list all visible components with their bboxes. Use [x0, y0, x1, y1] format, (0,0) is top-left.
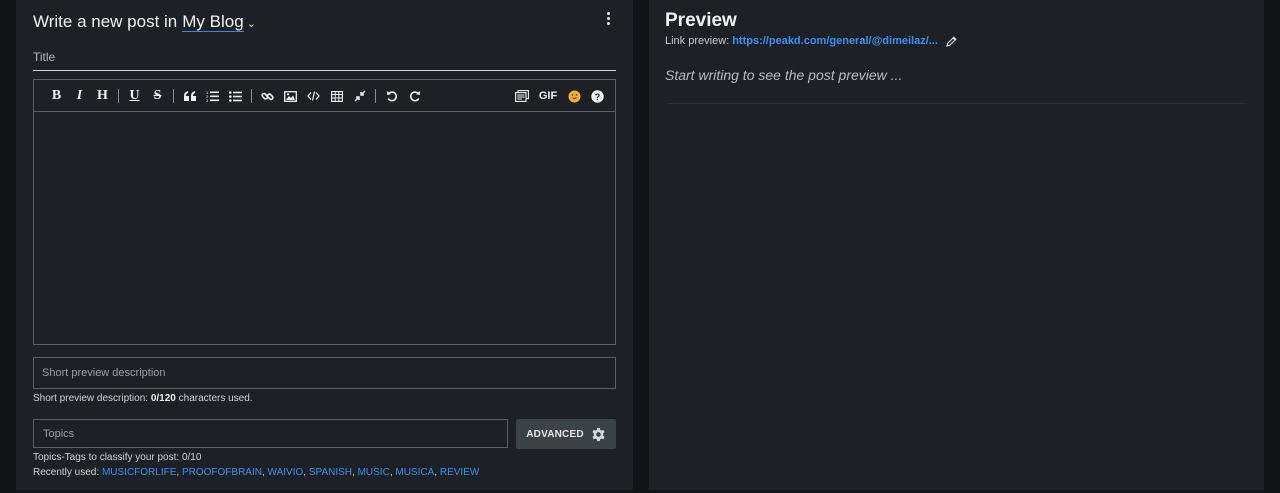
- description-help-suffix: characters used.: [178, 393, 253, 404]
- gear-icon: [591, 427, 606, 442]
- topics-input[interactable]: [33, 419, 508, 448]
- chevron-down-icon[interactable]: ⌄: [247, 17, 256, 30]
- link-preview-label: Link preview:: [665, 35, 730, 47]
- recent-topic-link[interactable]: SPANISH: [309, 467, 352, 478]
- editor-header: Write a new post in My Blog ⌄: [33, 11, 256, 33]
- redo-icon[interactable]: [403, 85, 426, 107]
- emoji-icon[interactable]: [563, 85, 586, 107]
- link-preview: Link preview: https://peakd.com/general/…: [665, 35, 957, 47]
- recently-used-label: Recently used:: [33, 467, 100, 478]
- ordered-list-icon[interactable]: 123: [201, 85, 224, 107]
- preview-panel: Preview Link preview: https://peakd.com/…: [649, 0, 1264, 490]
- bold-button[interactable]: B: [45, 85, 68, 107]
- collapse-icon[interactable]: [348, 85, 371, 107]
- svg-text:?: ?: [595, 92, 601, 102]
- toolbar-separator: [173, 89, 174, 103]
- toolbar-separator: [251, 89, 252, 103]
- advanced-button[interactable]: ADVANCED: [516, 419, 616, 449]
- link-preview-url[interactable]: https://peakd.com/general/@dimeilaz/...: [732, 35, 938, 47]
- title-input[interactable]: [33, 44, 616, 71]
- editor-toolbar: B I H U S 123 GIF ?: [33, 79, 616, 112]
- svg-text:3: 3: [206, 98, 209, 102]
- blog-selector[interactable]: My Blog: [182, 12, 244, 32]
- description-count: 0/120: [150, 393, 176, 404]
- recent-topic-link[interactable]: REVIEW: [440, 467, 479, 478]
- underline-button[interactable]: U: [123, 85, 146, 107]
- code-icon[interactable]: [302, 85, 325, 107]
- recent-topic-link[interactable]: MUSIC: [358, 467, 390, 478]
- toolbar-separator: [375, 89, 376, 103]
- description-help: Short preview description: 0/120 charact…: [33, 393, 253, 404]
- editor-panel: Write a new post in My Blog ⌄ B I H U S …: [16, 0, 633, 490]
- toolbar-separator: [118, 89, 119, 103]
- preview-placeholder: Start writing to see the post preview ..…: [665, 67, 903, 83]
- table-icon[interactable]: [325, 85, 348, 107]
- description-input[interactable]: [33, 357, 616, 389]
- preview-title: Preview: [665, 10, 737, 31]
- pencil-icon[interactable]: [946, 35, 957, 47]
- image-icon[interactable]: [279, 85, 302, 107]
- header-prefix: Write a new post in: [33, 12, 178, 31]
- description-help-prefix: Short preview description:: [33, 393, 149, 404]
- gif-button[interactable]: GIF: [533, 85, 563, 107]
- help-icon[interactable]: ?: [586, 85, 609, 107]
- recently-used-topics: Recently used: MUSICFORLIFE, PROOFOFBRAI…: [33, 467, 480, 478]
- bullet-list-icon[interactable]: [224, 85, 247, 107]
- recent-topic-link[interactable]: MUSICA: [395, 467, 434, 478]
- advanced-button-label: ADVANCED: [526, 428, 584, 440]
- more-vertical-icon[interactable]: [604, 12, 612, 28]
- recent-topic-link[interactable]: PROOFOFBRAIN: [182, 467, 262, 478]
- quote-icon[interactable]: [178, 85, 201, 107]
- recent-topic-link[interactable]: WAIVIO: [268, 467, 304, 478]
- link-icon[interactable]: [256, 85, 279, 107]
- snippets-icon[interactable]: [510, 85, 533, 107]
- italic-button[interactable]: I: [68, 85, 91, 107]
- topics-help: Topics-Tags to classify your post: 0/10: [33, 452, 202, 463]
- post-body-editor[interactable]: [33, 111, 616, 345]
- preview-divider: [667, 103, 1247, 104]
- toolbar-right-group: GIF ?: [510, 85, 615, 107]
- recent-topic-link[interactable]: MUSICFORLIFE: [102, 467, 176, 478]
- undo-icon[interactable]: [380, 85, 403, 107]
- heading-button[interactable]: H: [91, 85, 114, 107]
- strikethrough-button[interactable]: S: [146, 85, 169, 107]
